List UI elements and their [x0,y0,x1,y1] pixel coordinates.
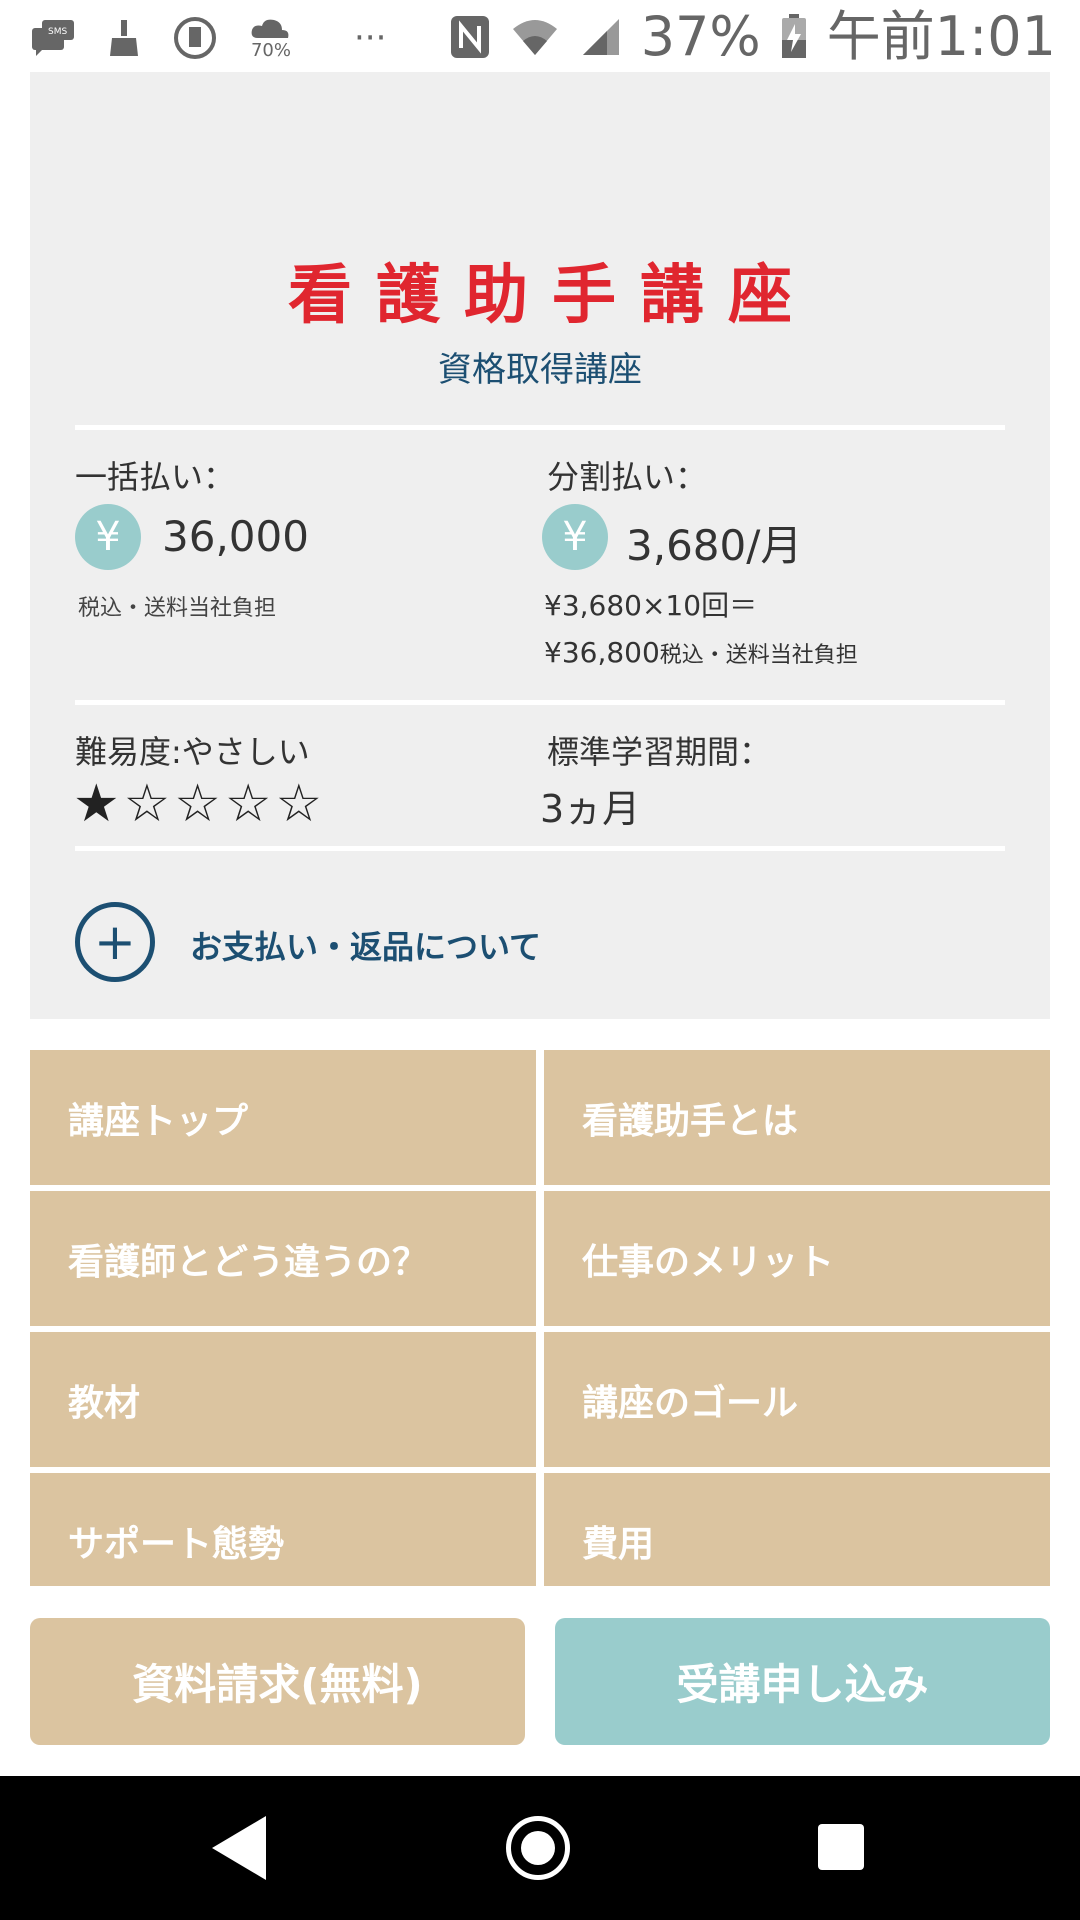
installment-formula: ¥3,680×10回＝ [544,589,758,622]
installment-total-line: ¥36,800税込・送料当社負担 [544,636,858,669]
status-bar: SMS 70% ··· 37% 午前1:01 [0,0,1080,72]
recent-apps-icon[interactable] [818,1824,864,1870]
status-bar-right: 37% 午前1:01 [449,6,1056,68]
installment-total: ¥36,800 [544,636,660,669]
course-subtitle: 資格取得講座 [438,350,642,390]
nav-job-merits[interactable]: 仕事のメリット [544,1191,1050,1326]
signal-icon [579,17,621,57]
lump-sum-label: 一括払い： [75,458,236,496]
divider [75,846,1005,851]
svg-text:SMS: SMS [48,27,67,37]
nav-what-is-nursing-assistant[interactable]: 看護助手とは [544,1050,1050,1185]
weather-text: 70% [250,40,291,61]
wifi-icon [511,17,559,57]
installment-label: 分割払い： [547,458,708,496]
request-materials-button[interactable]: 資料請求(無料) [30,1618,525,1745]
divider [75,425,1005,430]
study-period-value: 3ヵ月 [540,787,641,831]
nav-course-top[interactable]: 講座トップ [30,1050,536,1185]
divider [75,700,1005,705]
sms-icon: SMS [30,18,76,58]
course-nav-grid: 講座トップ 看護助手とは 看護師とどう違うの？ 仕事のメリット 教材 講座のゴー… [30,1050,1050,1586]
cleaner-icon [106,18,142,58]
course-title: 看護助手講座 [288,259,816,333]
apply-course-button[interactable]: 受講申し込み [555,1618,1050,1745]
yen-icon: ¥ [542,504,608,570]
nav-course-goal[interactable]: 講座のゴール [544,1332,1050,1467]
nfc-icon [449,14,491,60]
home-icon[interactable] [506,1816,570,1880]
nav-fees[interactable]: 費用 [544,1473,1050,1586]
nav-materials[interactable]: 教材 [30,1332,536,1467]
expand-plus-icon[interactable]: + [75,902,155,982]
difficulty-stars: ★☆☆☆☆ [73,774,327,834]
payment-returns-link[interactable]: お支払い・返品について [190,922,541,968]
system-nav-bar [0,1776,1080,1920]
clock: 午前1:01 [826,5,1056,68]
installment-price: 3,680/月 [626,521,803,570]
difficulty-label: 難易度:やさしい [75,733,310,771]
home-icon-inner [521,1831,555,1865]
lump-sum-price: 36,000 [162,512,309,561]
course-card: 看護助手講座 資格取得講座 一括払い： ¥ 36,000 税込・送料当社負担 分… [30,72,1050,1019]
study-period-label: 標準学習期間： [547,733,772,771]
battery-icon [781,14,807,60]
status-bar-left: SMS 70% ··· [30,10,386,66]
more-icon: ··· [354,18,387,58]
battery-percent: 37% [640,5,761,68]
back-icon[interactable] [212,1816,266,1880]
data-saver-icon [172,15,218,61]
lump-sum-note: 税込・送料当社負担 [78,596,277,621]
nav-support[interactable]: サポート態勢 [30,1473,536,1586]
installment-note: 税込・送料当社負担 [659,643,858,668]
yen-icon: ¥ [75,504,141,570]
nav-difference-from-nurse[interactable]: 看護師とどう違うの？ [30,1191,536,1326]
weather-icon: 70% [248,16,294,60]
